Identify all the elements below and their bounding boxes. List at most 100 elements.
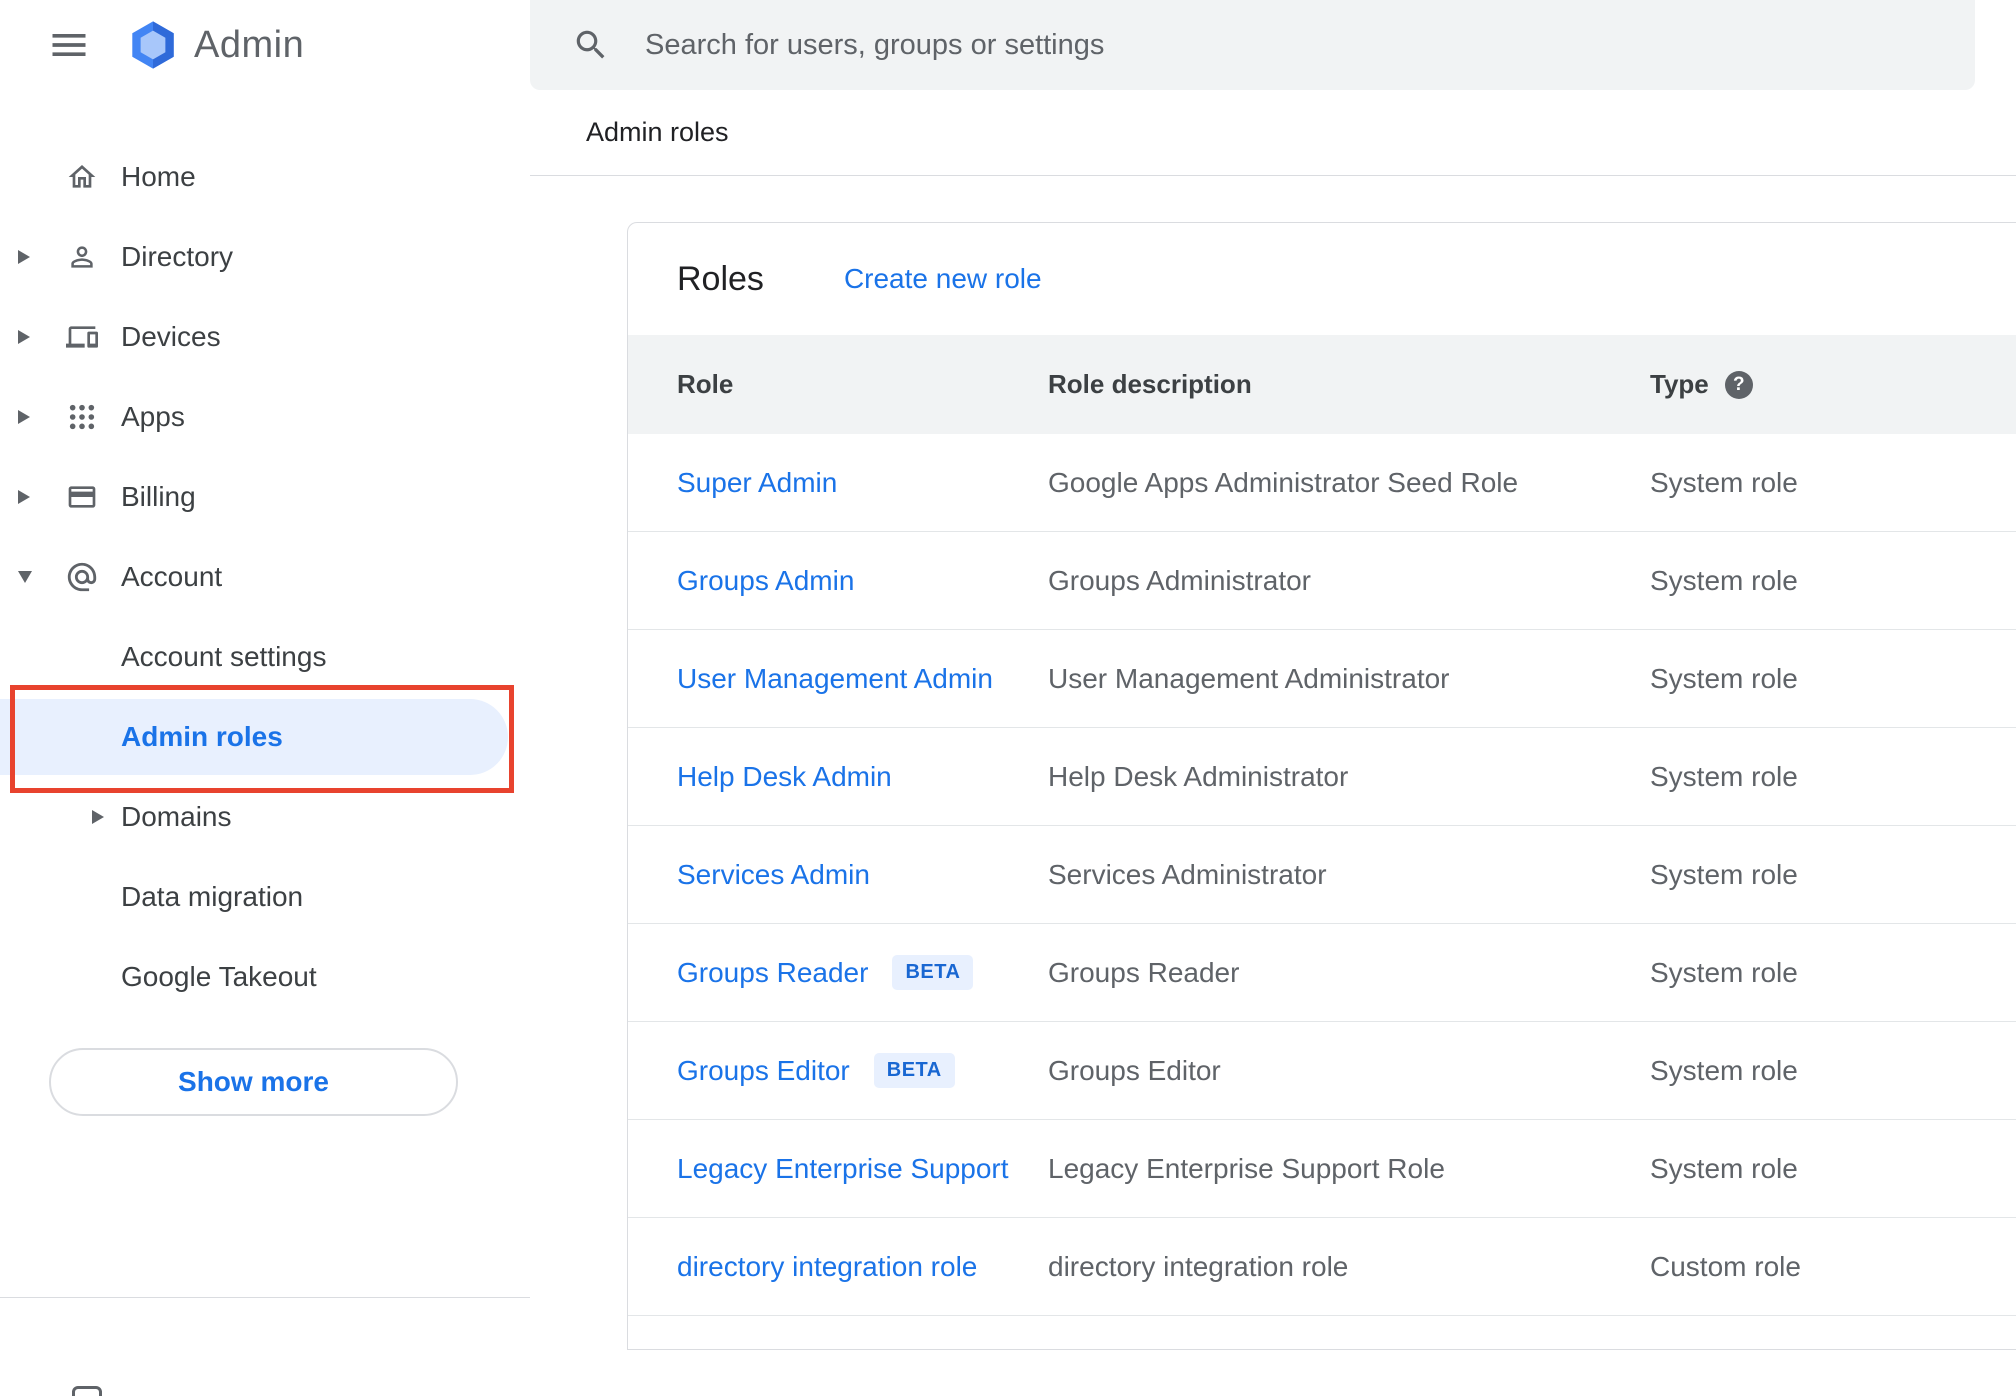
sidebar: Admin Home Directory Devices Apps Billing Acc…	[0, 0, 530, 1396]
role-link[interactable]: Groups Reader	[677, 957, 868, 989]
role-type: System role	[1650, 858, 1798, 890]
help-icon[interactable]: ?	[1724, 370, 1753, 399]
table-row: Groups Reader BETA Groups Reader System rol…	[628, 924, 2016, 1022]
table-header: Role Role description Type ?	[628, 335, 2016, 434]
role-description: directory integration role	[1048, 1250, 1349, 1282]
role-type: System role	[1650, 466, 1798, 498]
sidebar-nav: Home Directory Devices Apps Billing Account Ac…	[0, 137, 530, 1017]
sidebar-item-label: Domains	[121, 801, 232, 832]
table-body: Super Admin Google Apps Administrator See…	[628, 434, 2016, 1350]
role-description: User Management Administrator	[1048, 662, 1450, 694]
admin-logo-icon	[126, 18, 180, 72]
role-link[interactable]: User Management Admin	[677, 663, 993, 695]
sidebar-item-data-migration[interactable]: Data migration	[0, 857, 530, 937]
sidebar-item-google-takeout[interactable]: Google Takeout	[0, 937, 530, 1017]
chevron-right-icon[interactable]	[92, 810, 121, 824]
chevron-right-icon[interactable]	[18, 490, 50, 504]
sidebar-item-label: Home	[121, 161, 196, 192]
table-row: Storage Admin Storage Admin RoleSystem ro…	[628, 1316, 2016, 1350]
sidebar-divider	[0, 1297, 530, 1298]
person-icon	[62, 241, 102, 273]
app-title: Admin	[194, 23, 305, 66]
role-description: Groups Editor	[1048, 1054, 1221, 1086]
beta-badge: BETA	[892, 955, 974, 990]
role-link[interactable]: Super Admin	[677, 467, 837, 499]
main-area: Admin roles Roles Create new role Role R…	[530, 0, 2016, 1396]
sidebar-item-label: Account settings	[121, 641, 327, 672]
role-description: Google Apps Administrator Seed Role	[1048, 466, 1519, 498]
sidebar-item-label: Google Takeout	[121, 961, 317, 992]
sidebar-item-label: Apps	[121, 401, 185, 432]
role-description: Help Desk Administrator	[1048, 760, 1349, 792]
sidebar-item-account-settings[interactable]: Account settings	[0, 617, 530, 697]
sidebar-item-account[interactable]: Account	[0, 537, 530, 617]
table-row: Services Admin Services Administrator Syst…	[628, 826, 2016, 924]
beta-badge: BETA	[873, 1053, 955, 1088]
billing-icon	[62, 481, 102, 513]
sidebar-item-billing[interactable]: Billing	[0, 457, 530, 537]
sidebar-item-label: Account	[121, 561, 223, 592]
table-row: directory integration role directory inte…	[628, 1218, 2016, 1316]
sidebar-item-devices[interactable]: Devices	[0, 297, 530, 377]
sidebar-item-label: Directory	[121, 241, 234, 272]
home-icon	[62, 161, 102, 193]
role-description: Services Administrator	[1048, 858, 1327, 890]
sidebar-item-admin-roles[interactable]: Admin roles	[0, 699, 508, 775]
table-row: Help Desk Admin Help Desk Administrator Sy…	[628, 728, 2016, 826]
role-link[interactable]: directory integration role	[677, 1251, 977, 1283]
role-type: System role	[1650, 760, 1798, 792]
role-description: Legacy Enterprise Support Role	[1048, 1152, 1445, 1184]
role-link[interactable]: Storage Admin	[677, 1349, 861, 1350]
role-link[interactable]: Groups Editor	[677, 1055, 850, 1087]
sidebar-item-directory[interactable]: Directory	[0, 217, 530, 297]
table-row: Groups Admin Groups Administrator System r…	[628, 532, 2016, 630]
role-link[interactable]: Services Admin	[677, 859, 870, 891]
role-type: Custom role	[1650, 1250, 1801, 1282]
card-header: Roles Create new role	[628, 223, 2016, 335]
role-description: Groups Administrator	[1048, 564, 1311, 596]
table-row: Groups Editor BETA Groups Editor System rol…	[628, 1022, 2016, 1120]
sidebar-item-label: Billing	[121, 481, 196, 512]
table-row: User Management Admin User Management Adm…	[628, 630, 2016, 728]
show-more-button[interactable]: Show more	[49, 1048, 458, 1116]
sidebar-item-domains[interactable]: Domains	[0, 777, 530, 857]
role-type: System role	[1650, 662, 1798, 694]
roles-card: Roles Create new role Role Role descript…	[627, 222, 2016, 1350]
chevron-right-icon[interactable]	[18, 330, 50, 344]
role-type: System role	[1650, 1152, 1798, 1184]
role-description: Storage Admin Role	[1048, 1349, 1650, 1350]
apps-icon	[62, 401, 102, 433]
menu-icon[interactable]	[45, 21, 93, 69]
role-link[interactable]: Legacy Enterprise Support	[677, 1153, 1009, 1185]
search-icon	[572, 26, 610, 64]
column-header-description: Role description	[1048, 369, 1252, 399]
sidebar-header: Admin	[0, 0, 530, 90]
role-type: System role	[1650, 956, 1798, 988]
column-header-type: Type ?	[1650, 369, 2016, 400]
page-title: Roles	[677, 259, 764, 298]
role-description: Groups Reader	[1048, 956, 1240, 988]
role-type: System role	[1650, 1054, 1798, 1086]
role-link[interactable]: Help Desk Admin	[677, 761, 892, 793]
content-area: Roles Create new role Role Role descript…	[530, 176, 2016, 1396]
chevron-down-icon[interactable]	[18, 571, 50, 583]
table-row: Super Admin Google Apps Administrator See…	[628, 434, 2016, 532]
sidebar-bottom-cutoff-icon	[72, 1386, 102, 1396]
chevron-right-icon[interactable]	[18, 410, 50, 424]
chevron-right-icon[interactable]	[18, 250, 50, 264]
sidebar-item-label: Admin roles	[121, 721, 283, 752]
column-header-role: Role	[677, 369, 734, 399]
sidebar-item-label: Devices	[121, 321, 221, 352]
sidebar-item-label: Data migration	[121, 881, 304, 912]
role-link[interactable]: Groups Admin	[677, 565, 854, 597]
role-type: System role	[1650, 564, 1798, 596]
search-input[interactable]	[645, 0, 1975, 90]
sidebar-item-apps[interactable]: Apps	[0, 377, 530, 457]
search-bar[interactable]	[530, 0, 1975, 90]
devices-icon	[62, 321, 102, 353]
breadcrumb-bar: Admin roles	[530, 90, 2016, 176]
create-new-role-link[interactable]: Create new role	[844, 263, 1042, 295]
sidebar-item-home[interactable]: Home	[0, 137, 530, 217]
breadcrumb: Admin roles	[586, 117, 729, 147]
at-icon	[62, 560, 102, 594]
